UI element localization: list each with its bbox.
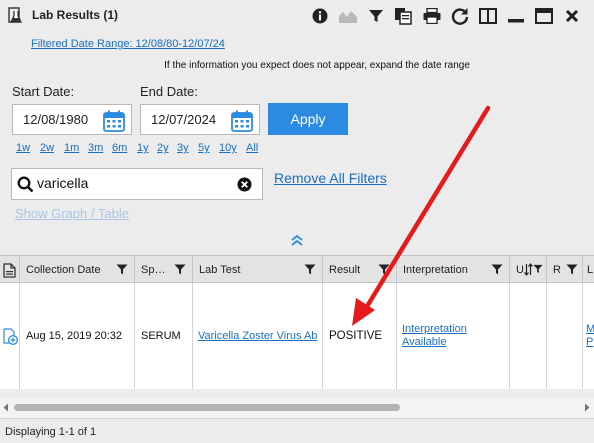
print-icon[interactable]	[422, 6, 442, 26]
search-icon	[17, 176, 34, 193]
scrollbar-thumb[interactable]	[14, 404, 400, 411]
horizontal-scrollbar[interactable]	[0, 398, 594, 418]
search-input[interactable]	[37, 175, 237, 191]
start-date-label: Start Date:	[12, 84, 75, 99]
calendar-icon[interactable]	[103, 110, 125, 132]
column-header-label: L	[587, 264, 594, 276]
row-icon-cell	[0, 283, 20, 389]
lab-flask-icon	[8, 7, 23, 23]
end-date-field	[140, 104, 260, 135]
result-cell: POSITIVE	[323, 283, 397, 389]
column-result[interactable]: Result	[323, 256, 397, 284]
clear-search-icon[interactable]	[237, 177, 252, 192]
close-icon[interactable]	[562, 6, 582, 26]
split-view-icon[interactable]	[478, 6, 498, 26]
end-date-input[interactable]	[141, 112, 233, 127]
column-header-label: Lab Test	[199, 264, 241, 276]
column-header-label: Interpretation	[403, 264, 468, 276]
lab-test-link[interactable]: Varicella Zoster Virus Ab	[198, 330, 317, 342]
scroll-left-icon[interactable]	[3, 403, 9, 412]
range-1w[interactable]: 1w	[16, 142, 30, 154]
table-row[interactable]: Aug 15, 2019 20:32 SERUM Varicella Zoste…	[0, 283, 594, 389]
start-date-field	[12, 104, 132, 135]
search-box	[11, 168, 263, 200]
apply-button[interactable]: Apply	[268, 103, 348, 135]
column-header-label: U	[516, 264, 524, 276]
lab-test-cell: Varicella Zoster Virus Ab	[193, 283, 323, 389]
collapse-chevron-icon[interactable]	[290, 234, 304, 246]
column-units[interactable]: U	[510, 256, 547, 284]
lab-location-link[interactable]: M	[586, 323, 594, 336]
column-interpretation[interactable]: Interpretation	[397, 256, 510, 284]
filter-icon[interactable]	[378, 264, 390, 275]
document-icon-column	[0, 256, 20, 284]
interpretation-cell: Interpretation Available	[397, 283, 510, 389]
column-header-label: Result	[329, 264, 361, 276]
filter-icon[interactable]	[116, 264, 128, 275]
range-all[interactable]: All	[246, 142, 258, 154]
range-3m[interactable]: 3m	[88, 142, 103, 154]
show-graph-table-link: Show Graph / Table	[15, 206, 129, 221]
range-10y[interactable]: 10y	[219, 142, 237, 154]
column-header-label: R	[553, 264, 561, 276]
column-lab-location[interactable]: L	[583, 256, 594, 284]
filter-icon[interactable]	[566, 264, 578, 275]
interpretation-link-line2[interactable]: Available	[402, 336, 467, 349]
units-cell	[510, 283, 547, 389]
start-date-input[interactable]	[13, 112, 105, 127]
range-1y[interactable]: 1y	[137, 142, 149, 154]
column-specimen[interactable]: Sp…	[135, 256, 193, 284]
range-2w[interactable]: 2w	[40, 142, 54, 154]
column-header-label: Collection Date	[26, 264, 101, 276]
maximize-icon[interactable]	[534, 6, 554, 26]
document-icon	[3, 262, 16, 278]
range-6m[interactable]: 6m	[112, 142, 127, 154]
window-title: Lab Results (1)	[32, 8, 119, 22]
lab-location-link-line2[interactable]: P	[586, 336, 594, 349]
filter-icon[interactable]	[304, 264, 316, 275]
column-collection-date[interactable]: Collection Date	[20, 256, 135, 284]
info-icon[interactable]	[310, 6, 330, 26]
remove-all-filters-link[interactable]: Remove All Filters	[274, 170, 387, 186]
filtered-date-range-link[interactable]: Filtered Date Range: 12/08/80-12/07/24	[31, 38, 225, 50]
table-header: Collection Date Sp… Lab Test Result Inte…	[0, 255, 594, 284]
copy-icon[interactable]	[393, 6, 413, 26]
lab-location-cell: M P	[583, 283, 594, 389]
range-3y[interactable]: 3y	[177, 142, 189, 154]
end-date-label: End Date:	[140, 84, 198, 99]
interpretation-link[interactable]: Interpretation	[402, 323, 467, 336]
collection-date-cell: Aug 15, 2019 20:32	[20, 283, 135, 389]
column-header-label: Sp…	[141, 264, 166, 276]
add-document-icon[interactable]	[3, 327, 18, 345]
range-5y[interactable]: 5y	[198, 142, 210, 154]
column-reference-range[interactable]: R	[547, 256, 583, 284]
filter-icon[interactable]	[174, 264, 186, 275]
minimize-icon[interactable]	[506, 6, 526, 26]
specimen-cell: SERUM	[135, 283, 193, 389]
chart-icon	[338, 6, 358, 26]
filter-icon[interactable]	[533, 264, 543, 274]
refresh-icon[interactable]	[450, 6, 470, 26]
status-footer: Displaying 1-1 of 1	[0, 418, 594, 443]
range-1m[interactable]: 1m	[64, 142, 79, 154]
reference-range-cell	[547, 283, 583, 389]
range-2y[interactable]: 2y	[157, 142, 169, 154]
window-header: Lab Results (1)	[0, 0, 594, 32]
filter-icon[interactable]	[366, 6, 386, 26]
filter-icon[interactable]	[491, 264, 503, 275]
calendar-icon[interactable]	[231, 110, 253, 132]
column-lab-test[interactable]: Lab Test	[193, 256, 323, 284]
sort-icon[interactable]	[524, 263, 533, 276]
scroll-right-icon[interactable]	[584, 403, 590, 412]
date-range-info-message: If the information you expect does not a…	[164, 60, 470, 71]
